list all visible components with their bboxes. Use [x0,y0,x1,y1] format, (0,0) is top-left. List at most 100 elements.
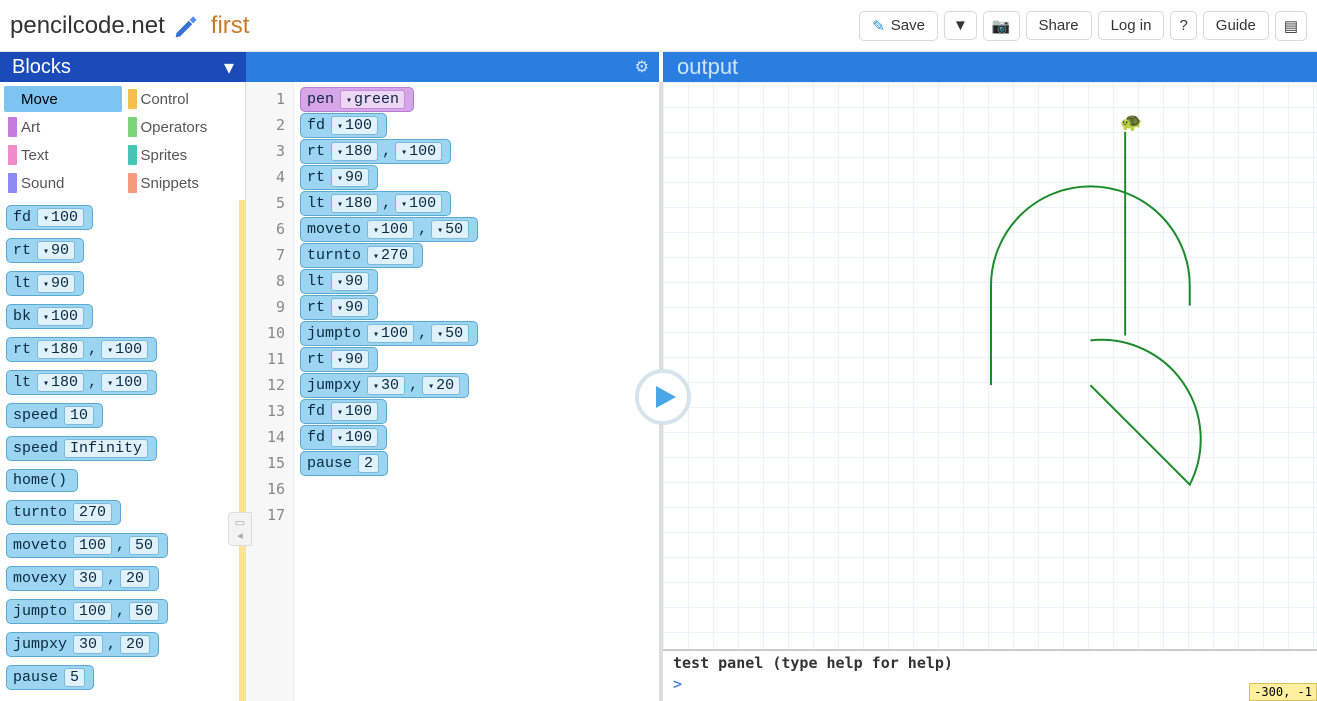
block-arg[interactable]: ▾90 [331,168,369,187]
category-art[interactable]: Art [4,114,122,140]
block-rt[interactable]: rt▾90 [300,165,378,190]
block-turnto[interactable]: turnto▾270 [300,243,423,268]
block-arg[interactable]: ▾100 [367,324,414,343]
category-control[interactable]: Control [124,86,242,112]
block-arg[interactable]: ▾50 [431,324,469,343]
block-pause[interactable]: pause5 [6,665,94,690]
block-lt[interactable]: lt▾180,▾100 [6,370,157,395]
category-operators[interactable]: Operators [124,114,242,140]
block-arg[interactable]: ▾90 [37,241,75,260]
share-button[interactable]: Share [1026,11,1092,40]
code-line[interactable]: fd▾100 [300,112,659,138]
code-line[interactable]: fd▾100 [300,398,659,424]
block-arg[interactable]: Infinity [64,439,148,458]
block-arg[interactable]: 50 [129,536,159,555]
block-arg[interactable]: ▾30 [367,376,405,395]
block-rt[interactable]: rt▾180,▾100 [300,139,451,164]
block-arg[interactable]: 100 [73,536,112,555]
login-button[interactable]: Log in [1098,11,1165,40]
code-line[interactable]: rt▾90 [300,164,659,190]
block-arg[interactable]: 270 [73,503,112,522]
category-sprites[interactable]: Sprites [124,142,242,168]
code-line[interactable] [300,502,659,528]
block-arg[interactable]: 5 [64,668,85,687]
code-line[interactable]: turnto▾270 [300,242,659,268]
block-arg[interactable]: ▾90 [331,298,369,317]
block-fd[interactable]: fd▾100 [300,113,387,138]
gear-icon[interactable]: ⚙ [635,57,649,77]
block-jumpxy[interactable]: jumpxy▾30,▾20 [300,373,469,398]
block-arg[interactable]: ▾100 [101,373,148,392]
category-move[interactable]: Move [4,86,122,112]
block-jumpxy[interactable]: jumpxy30,20 [6,632,159,657]
code-line[interactable]: rt▾90 [300,346,659,372]
block-moveto[interactable]: moveto▾100,▾50 [300,217,478,242]
block-arg[interactable]: ▾100 [331,402,378,421]
code-line[interactable]: jumpto▾100,▾50 [300,320,659,346]
block-arg[interactable]: ▾20 [422,376,460,395]
block-arg[interactable]: ▾180 [331,142,378,161]
blocks-list[interactable]: fd▾100rt▾90lt▾90bk▾100rt▾180,▾100lt▾180,… [0,200,245,701]
block-arg[interactable]: 100 [73,602,112,621]
save-button[interactable]: ✎Save [859,11,938,41]
code-line[interactable]: rt▾180,▾100 [300,138,659,164]
collapse-palette-handle[interactable]: ▭ ◂ [228,512,252,546]
block-jumpto[interactable]: jumpto▾100,▾50 [300,321,478,346]
code-line[interactable]: pause2 [300,450,659,476]
block-arg[interactable]: 20 [120,635,150,654]
block-moveto[interactable]: moveto100,50 [6,533,168,558]
block-speed[interactable]: speedInfinity [6,436,157,461]
block-arg[interactable]: 30 [73,569,103,588]
block-arg[interactable]: ▾100 [331,116,378,135]
guide-button[interactable]: Guide [1203,11,1269,40]
code-line[interactable]: pen▾green [300,86,659,112]
block-arg[interactable]: ▾100 [37,307,84,326]
block-bk[interactable]: bk▾100 [6,304,93,329]
block-arg[interactable]: ▾180 [37,373,84,392]
code-line[interactable]: jumpxy▾30,▾20 [300,372,659,398]
block-arg[interactable]: 20 [120,569,150,588]
code-line[interactable]: lt▾90 [300,268,659,294]
help-button[interactable]: ? [1170,11,1196,40]
code-line[interactable]: lt▾180,▾100 [300,190,659,216]
block-arg[interactable]: ▾90 [331,350,369,369]
block-turnto[interactable]: turnto270 [6,500,121,525]
block-fd[interactable]: fd▾100 [6,205,93,230]
block-arg[interactable]: ▾green [340,90,405,109]
test-panel-prompt[interactable]: > [663,675,1317,693]
block-lt[interactable]: lt▾90 [300,269,378,294]
block-lt[interactable]: lt▾180,▾100 [300,191,451,216]
block-arg[interactable]: ▾100 [101,340,148,359]
code-line[interactable] [300,476,659,502]
block-arg[interactable]: 2 [358,454,379,473]
code-line[interactable]: fd▾100 [300,424,659,450]
block-arg[interactable]: ▾100 [395,142,442,161]
block-jumpto[interactable]: jumpto100,50 [6,599,168,624]
category-sound[interactable]: Sound [4,170,122,196]
code-line[interactable]: rt▾90 [300,294,659,320]
block-arg[interactable]: 50 [129,602,159,621]
block-arg[interactable]: ▾100 [331,428,378,447]
block-arg[interactable]: ▾180 [37,340,84,359]
block-rt[interactable]: rt▾180,▾100 [6,337,157,362]
block-pen[interactable]: pen▾green [300,87,414,112]
block-arg[interactable]: ▾270 [367,246,414,265]
block-home()[interactable]: home() [6,469,78,492]
category-text[interactable]: Text [4,142,122,168]
block-lt[interactable]: lt▾90 [6,271,84,296]
block-arg[interactable]: 30 [73,635,103,654]
play-button[interactable] [635,369,691,425]
save-dropdown-button[interactable]: ▼ [944,11,977,40]
block-arg[interactable]: ▾90 [37,274,75,293]
block-movexy[interactable]: movexy30,20 [6,566,159,591]
block-arg[interactable]: ▾100 [395,194,442,213]
block-fd[interactable]: fd▾100 [300,399,387,424]
block-rt[interactable]: rt▾90 [300,347,378,372]
block-arg[interactable]: 10 [64,406,94,425]
block-arg[interactable]: ▾50 [431,220,469,239]
layout-toggle-button[interactable]: ▤ [1275,11,1307,41]
block-arg[interactable]: ▾100 [367,220,414,239]
block-fd[interactable]: fd▾100 [300,425,387,450]
block-pause[interactable]: pause2 [300,451,388,476]
blocks-header[interactable]: Blocks ▾ [0,52,246,82]
